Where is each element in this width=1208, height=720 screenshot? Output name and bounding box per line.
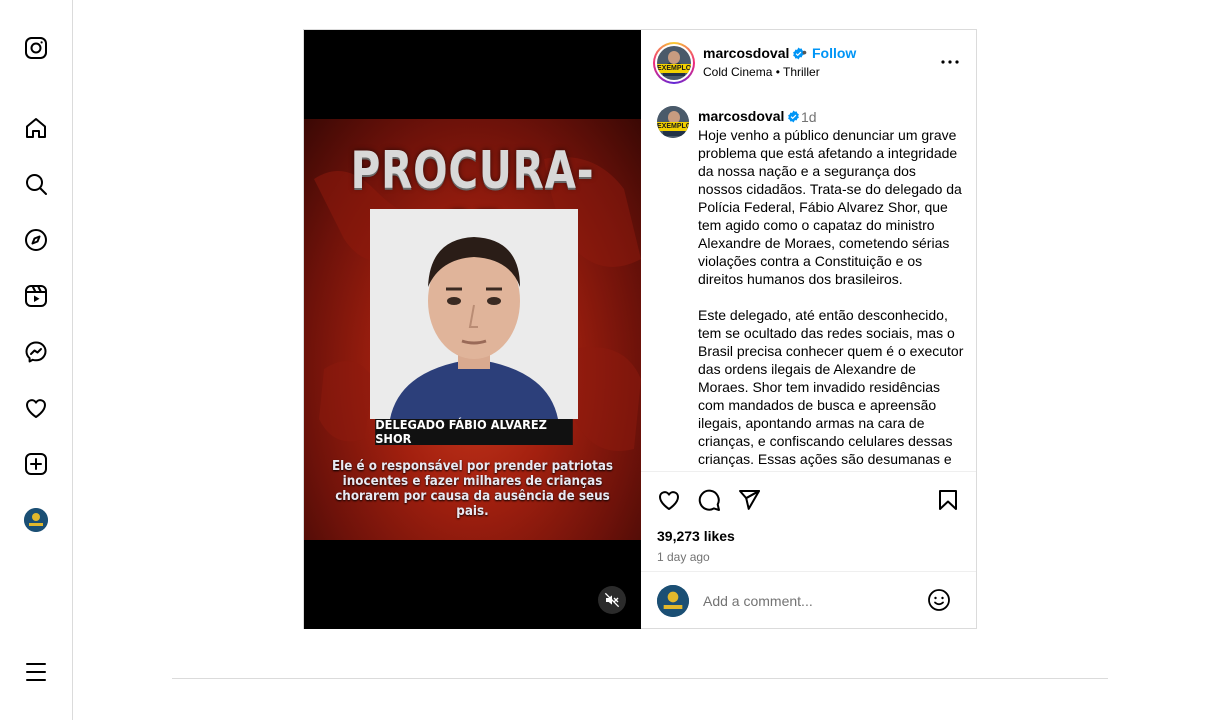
messenger-icon[interactable] <box>24 340 48 364</box>
speaker-muted-icon <box>604 592 620 608</box>
verified-badge-icon <box>787 110 800 126</box>
post: PROCURA-SE DELEGADO FÁBIO ALVAREZ SHOR E… <box>303 29 977 629</box>
poster-subtitle: Ele é o responsável por prender patriota… <box>331 459 614 519</box>
feed-divider <box>172 678 1108 679</box>
audio-track[interactable]: Cold Cinema • Thriller <box>703 65 820 79</box>
more-options-icon[interactable] <box>939 50 961 74</box>
author-username-text[interactable]: marcosdoval <box>703 45 789 61</box>
comment-bar <box>641 571 976 629</box>
search-icon[interactable] <box>24 172 48 196</box>
comment-icon[interactable] <box>697 488 721 512</box>
poster-image: PROCURA-SE DELEGADO FÁBIO ALVAREZ SHOR E… <box>304 119 641 540</box>
photo-caption: DELEGADO FÁBIO ALVAREZ SHOR <box>375 418 573 446</box>
caption-username-text[interactable]: marcosdoval <box>698 108 784 124</box>
commenter-avatar <box>657 585 689 617</box>
author-avatar-story-ring[interactable]: EXEMPLO <box>653 42 695 84</box>
home-icon[interactable] <box>24 116 48 140</box>
caption-timestamp[interactable]: 1d <box>801 109 817 125</box>
avatar-band-text: EXEMPLO <box>657 64 691 73</box>
author-avatar: EXEMPLO <box>657 46 691 80</box>
emoji-icon[interactable] <box>927 588 951 612</box>
add-comment-input[interactable] <box>701 589 915 613</box>
like-heart-icon[interactable] <box>657 488 681 512</box>
sidebar <box>0 0 73 720</box>
post-media[interactable]: PROCURA-SE DELEGADO FÁBIO ALVAREZ SHOR E… <box>304 30 641 629</box>
caption-area[interactable]: EXEMPLO marcosdoval 1d Hoje venho a públ… <box>641 92 976 470</box>
menu-icon[interactable] <box>24 660 48 684</box>
action-bar: 39,273 likes 1 day ago <box>641 471 976 572</box>
follow-button[interactable]: Follow <box>812 45 856 61</box>
caption-author-avatar[interactable]: EXEMPLO <box>657 106 689 138</box>
save-bookmark-icon[interactable] <box>936 488 960 512</box>
profile-avatar[interactable] <box>24 508 48 532</box>
caption-text: Hoje venho a público denunciar um grave … <box>698 127 964 470</box>
caption-username[interactable]: marcosdoval <box>698 108 800 126</box>
notifications-heart-icon[interactable] <box>24 396 48 420</box>
author-username[interactable]: marcosdoval <box>703 45 805 63</box>
avatar-band-text: EXEMPLO <box>657 122 689 131</box>
header-separator: • <box>802 44 807 60</box>
share-icon[interactable] <box>737 488 761 512</box>
mute-button[interactable] <box>598 586 626 614</box>
post-header: EXEMPLO marcosdoval • Follow Cold Cinema… <box>641 30 976 92</box>
suspect-photo <box>370 209 578 419</box>
instagram-logo-icon[interactable] <box>24 36 48 60</box>
create-icon[interactable] <box>24 452 48 476</box>
post-age[interactable]: 1 day ago <box>657 550 710 564</box>
explore-icon[interactable] <box>24 228 48 252</box>
reels-icon[interactable] <box>24 284 48 308</box>
post-details: EXEMPLO marcosdoval • Follow Cold Cinema… <box>641 30 976 628</box>
likes-count[interactable]: 39,273 likes <box>657 528 735 544</box>
